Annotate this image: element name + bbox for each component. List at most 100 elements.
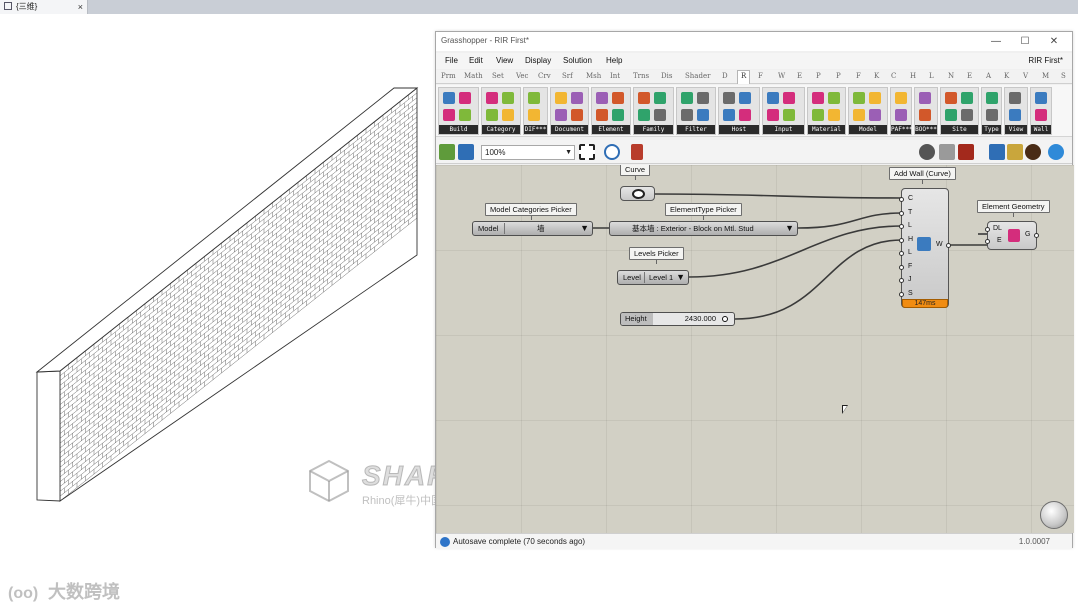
component-icon[interactable] [895, 92, 907, 104]
input-port[interactable] [899, 264, 904, 270]
component-icon[interactable] [895, 109, 907, 121]
ribbon-group-label[interactable]: Element [592, 125, 630, 134]
component-icon[interactable] [767, 92, 779, 104]
ribbon-group-label[interactable]: Build [439, 125, 478, 134]
component-icon[interactable] [612, 92, 624, 104]
component-icon[interactable] [783, 92, 795, 104]
component-icon[interactable] [555, 109, 567, 121]
category-tab[interactable]: Vec [516, 72, 528, 80]
component-icon[interactable] [812, 92, 824, 104]
category-tab[interactable]: Prm [441, 72, 456, 80]
document-preview-icon[interactable] [1025, 144, 1041, 160]
input-port[interactable] [899, 224, 904, 229]
input-port[interactable] [899, 237, 904, 243]
menu-file[interactable]: File [445, 56, 458, 65]
ribbon-group-label[interactable]: PAF*** [891, 125, 913, 134]
category-tab[interactable]: L [929, 72, 934, 80]
component-icon[interactable] [853, 109, 865, 121]
navigation-widget[interactable] [1040, 501, 1068, 529]
shaded-icon[interactable] [958, 144, 974, 160]
component-icon[interactable] [1035, 109, 1047, 121]
minimize-button[interactable]: — [986, 34, 1006, 49]
category-tab[interactable]: Srf [562, 72, 573, 80]
category-tab[interactable]: E [797, 72, 802, 80]
category-tab[interactable]: F [856, 72, 861, 80]
menu-edit[interactable]: Edit [469, 56, 483, 65]
component-icon[interactable] [596, 109, 608, 121]
component-icon[interactable] [571, 92, 583, 104]
ribbon-group-label[interactable]: Wall [1031, 125, 1051, 134]
model-category-picker[interactable]: Model 墙 ▼ [472, 221, 593, 236]
input-port[interactable] [899, 197, 904, 202]
input-port[interactable] [899, 210, 904, 216]
ribbon-group-label[interactable]: Filter [677, 125, 715, 134]
component-icon[interactable] [697, 109, 709, 121]
component-icon[interactable] [783, 109, 795, 121]
component-icon[interactable] [828, 109, 840, 121]
height-slider[interactable]: Height 2430.000 [620, 312, 735, 326]
component-icon[interactable] [502, 92, 514, 104]
component-icon[interactable] [459, 109, 471, 121]
component-icon[interactable] [596, 92, 608, 104]
zoom-extents-icon[interactable] [579, 144, 595, 160]
category-tab[interactable]: Crv [538, 72, 551, 80]
element-geometry-component[interactable]: DL E G [985, 221, 1039, 250]
component-icon[interactable] [654, 92, 666, 104]
ribbon-group-label[interactable]: View [1005, 125, 1027, 134]
component-icon[interactable] [961, 109, 973, 121]
component-icon[interactable] [919, 109, 931, 121]
category-tab[interactable]: Math [464, 72, 483, 80]
close-icon[interactable]: × [78, 0, 83, 14]
menu-display[interactable]: Display [525, 56, 551, 65]
category-tab[interactable]: M [1042, 72, 1049, 80]
category-tab[interactable]: H [910, 72, 916, 80]
component-icon[interactable] [638, 109, 650, 121]
category-tab[interactable]: Set [492, 72, 504, 80]
category-tab[interactable]: R [737, 70, 751, 84]
component-icon[interactable] [986, 92, 998, 104]
ribbon-group-label[interactable]: Document [551, 125, 588, 134]
input-port[interactable] [899, 278, 904, 283]
category-tab[interactable]: Trns [633, 72, 649, 80]
category-tab[interactable]: Shader [685, 72, 710, 80]
component-icon[interactable] [945, 109, 957, 121]
component-icon[interactable] [869, 92, 881, 104]
menu-help[interactable]: Help [606, 56, 622, 65]
category-tab[interactable]: Dis [661, 72, 672, 80]
component-icon[interactable] [528, 109, 540, 121]
ribbon-group-label[interactable]: Material [808, 125, 845, 134]
slider-knob[interactable] [722, 316, 728, 322]
ribbon-group-label[interactable]: Type [982, 125, 1001, 134]
component-icon[interactable] [681, 92, 693, 104]
component-icon[interactable] [723, 109, 735, 121]
category-tab[interactable]: S [1061, 72, 1066, 80]
input-port[interactable] [899, 291, 904, 297]
curve-param[interactable] [620, 186, 655, 201]
component-icon[interactable] [528, 92, 540, 104]
document-name[interactable]: RIR First* [1028, 56, 1063, 65]
menu-view[interactable]: View [496, 56, 513, 65]
component-icon[interactable] [945, 92, 957, 104]
component-icon[interactable] [612, 109, 624, 121]
view-tab-3d[interactable]: {三维} × [0, 0, 88, 14]
zoom-select[interactable]: 100% ▼ [481, 145, 575, 160]
ribbon-group-label[interactable]: Input [763, 125, 804, 134]
ribbon-group-label[interactable]: Host [719, 125, 759, 134]
category-tab[interactable]: A [986, 72, 991, 80]
ribbon-group-label[interactable]: DIF*** [524, 125, 547, 134]
component-icon[interactable] [853, 92, 865, 104]
component-icon[interactable] [986, 109, 998, 121]
display-settings-icon[interactable] [1048, 144, 1064, 160]
component-icon[interactable] [1035, 92, 1047, 104]
component-icon[interactable] [486, 92, 498, 104]
component-icon[interactable] [739, 109, 751, 121]
bake-icon[interactable] [989, 144, 1005, 160]
component-icon[interactable] [681, 109, 693, 121]
component-icon[interactable] [812, 109, 824, 121]
category-tab[interactable]: P [836, 72, 841, 80]
open-file-icon[interactable] [439, 144, 455, 160]
menu-solution[interactable]: Solution [563, 56, 592, 65]
category-tab[interactable]: F [758, 72, 763, 80]
component-icon[interactable] [654, 109, 666, 121]
component-icon[interactable] [723, 92, 735, 104]
